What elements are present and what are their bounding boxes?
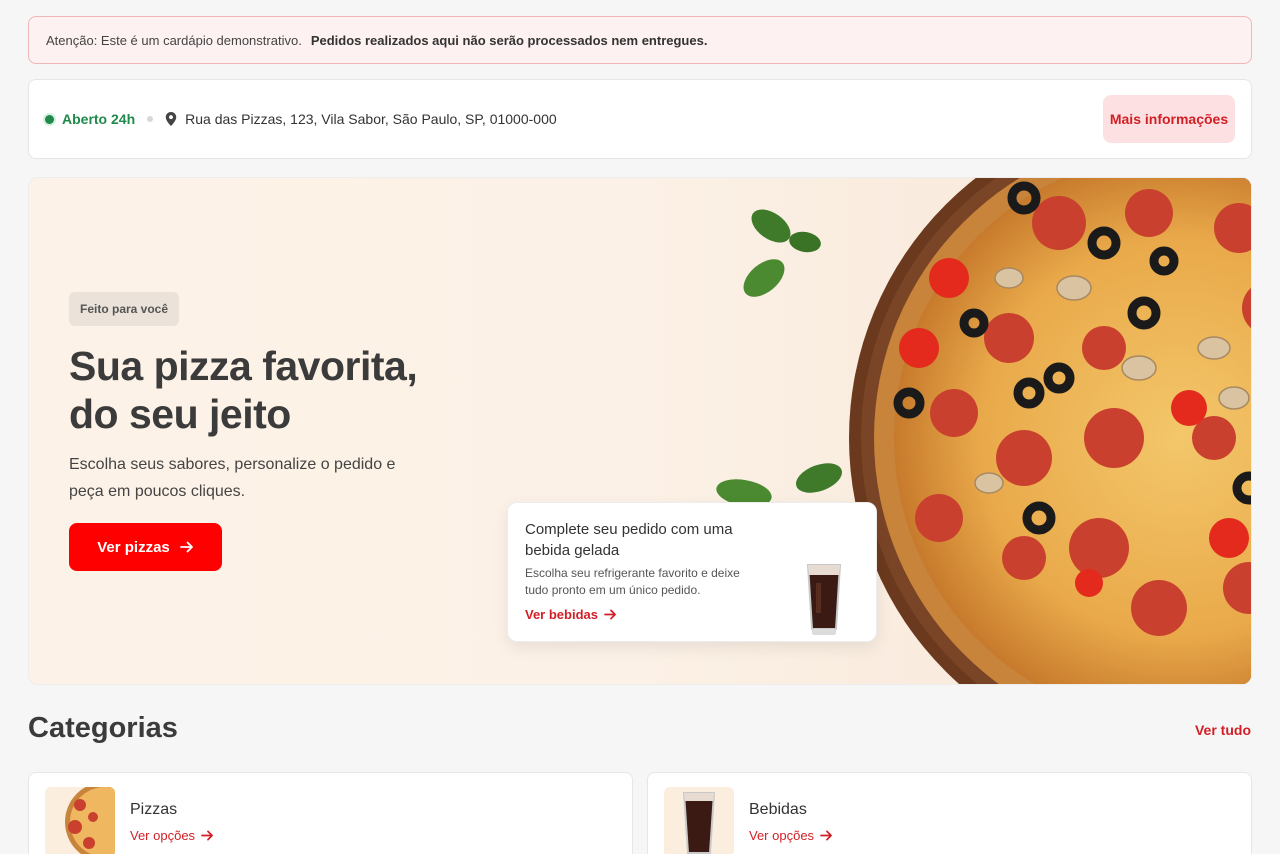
arrow-right-icon: [179, 541, 193, 553]
arrow-right-icon: [201, 830, 213, 841]
category-link[interactable]: Ver opções: [749, 828, 833, 843]
soda-glass-icon: [682, 792, 716, 854]
demo-notice-banner: Atenção: Este é um cardápio demonstrativ…: [28, 16, 1252, 64]
hero-subtitle: Escolha seus sabores, personalize o pedi…: [69, 456, 396, 500]
hero-tag: Feito para você: [69, 292, 180, 326]
category-link-label: Ver opções: [749, 828, 815, 843]
open-status-dot-icon: [45, 114, 54, 124]
see-pizzas-button[interactable]: Ver pizzas: [69, 523, 222, 571]
drink-promo-card[interactable]: Complete seu pedido com uma bebida gelad…: [507, 502, 877, 642]
store-info-bar: Aberto 24h Rua das Pizzas, 123, Vila Sab…: [28, 79, 1252, 159]
category-card-pizzas[interactable]: Pizzas Ver opções: [28, 772, 633, 854]
category-thumb: [664, 787, 734, 854]
store-address: Rua das Pizzas, 123, Vila Sabor, São Pau…: [185, 111, 557, 127]
drink-promo-description: Escolha seu refrigerante favorito e deix…: [525, 566, 740, 597]
categories-heading: Categorias: [28, 712, 178, 744]
arrow-right-icon: [604, 609, 616, 620]
hero-title: Sua pizza favorita, do seu jeito: [69, 343, 418, 437]
see-pizzas-label: Ver pizzas: [97, 538, 170, 556]
notice-strong-text: Pedidos realizados aqui não serão proces…: [310, 32, 708, 48]
see-drinks-label: Ver bebidas: [525, 607, 598, 622]
location-pin-icon: [165, 112, 177, 126]
see-all-link[interactable]: Ver tudo: [1195, 722, 1251, 738]
category-name: Pizzas: [130, 801, 178, 818]
category-link[interactable]: Ver opções: [130, 828, 214, 843]
pizza-icon: [65, 787, 115, 854]
see-drinks-link[interactable]: Ver bebidas: [525, 607, 617, 622]
separator-dot: [147, 116, 154, 122]
soda-glass-icon: [806, 564, 842, 635]
notice-text: Atenção: Este é um cardápio demonstrativ…: [46, 32, 302, 48]
category-link-label: Ver opções: [130, 828, 196, 843]
drink-promo-title: Complete seu pedido com uma bebida gelad…: [525, 521, 733, 559]
arrow-right-icon: [820, 830, 832, 841]
more-info-button[interactable]: Mais informações: [1103, 95, 1235, 143]
category-thumb: [45, 787, 115, 854]
category-card-drinks[interactable]: Bebidas Ver opções: [647, 772, 1252, 854]
category-name: Bebidas: [749, 801, 807, 818]
open-status-label: Aberto 24h: [62, 111, 136, 127]
hero-banner: Feito para você Sua pizza favorita, do s…: [28, 177, 1252, 685]
